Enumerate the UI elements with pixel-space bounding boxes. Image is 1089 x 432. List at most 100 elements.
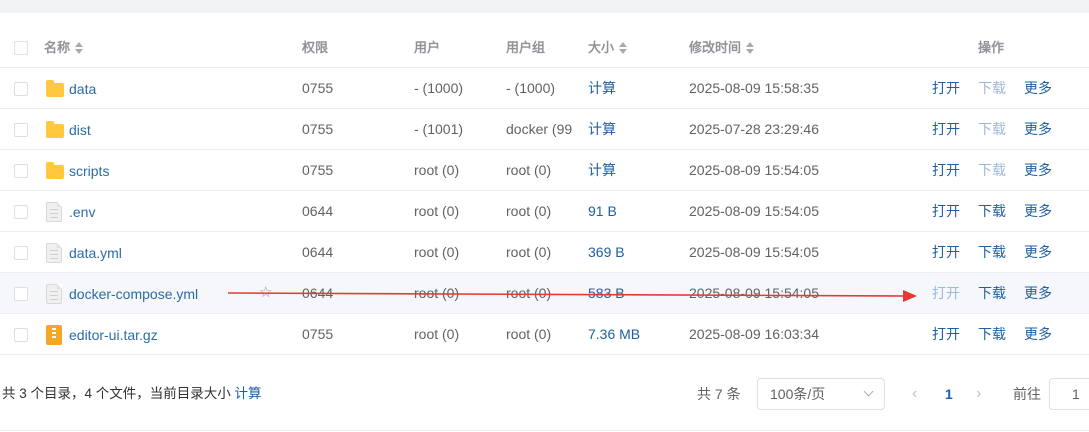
more-button[interactable]: 更多 [1024, 314, 1052, 355]
file-name-cell[interactable]: scripts [46, 150, 109, 191]
file-name-cell[interactable]: data [46, 68, 96, 109]
row-checkbox[interactable] [14, 82, 28, 96]
row-checkbox[interactable] [14, 205, 28, 219]
file-name[interactable]: data [69, 81, 96, 97]
download-button[interactable]: 下载 [978, 232, 1006, 273]
file-name-cell[interactable]: docker-compose.yml [46, 273, 198, 314]
user: - (1000) [414, 80, 464, 96]
header-permission: 权限 [302, 40, 329, 55]
folder-icon [46, 161, 64, 179]
size: 7.36 MB [588, 326, 641, 342]
file-name[interactable]: docker-compose.yml [69, 286, 198, 302]
file-name[interactable]: scripts [69, 163, 109, 179]
table-row[interactable]: editor-ui.tar.gz 0755 root (0) root (0) 7.36… [0, 314, 1089, 355]
open-button[interactable]: 打开 [932, 191, 960, 232]
file-icon [46, 242, 62, 263]
next-page-button[interactable]: › [976, 372, 981, 416]
table-row[interactable]: docker-compose.yml ☆ 0644 root (0) root (0) 5… [0, 273, 1089, 314]
more-button[interactable]: 更多 [1024, 68, 1052, 109]
total-count: 共 7 条 [697, 386, 741, 402]
more-button[interactable]: 更多 [1024, 109, 1052, 150]
page-size-select[interactable]: 100条/页 [757, 378, 885, 410]
more-button[interactable]: 更多 [1024, 150, 1052, 191]
page-number-current[interactable]: 1 [945, 372, 953, 416]
table-row[interactable]: scripts 0755 root (0) root (0) 计算 2025-08-09 … [0, 150, 1089, 191]
download-button[interactable]: 下载 [978, 109, 1006, 150]
table-row[interactable]: .env 0644 root (0) root (0) 91 B 2025-08-09 1… [0, 191, 1089, 232]
calc-dir-size-link[interactable]: 计算 [235, 386, 262, 401]
table-row[interactable]: data 0755 - (1000) - (1000) 计算 2025-08-09 15:… [0, 68, 1089, 109]
sort-icon[interactable] [75, 41, 84, 54]
size[interactable]: 计算 [588, 109, 684, 150]
row-checkbox[interactable] [14, 328, 28, 342]
header-name[interactable]: 名称 [44, 27, 284, 68]
permission: 0755 [302, 80, 334, 96]
file-name-cell[interactable]: editor-ui.tar.gz [46, 314, 158, 355]
user: root (0) [414, 162, 460, 178]
size[interactable]: 计算 [588, 150, 684, 191]
sort-icon[interactable] [746, 41, 755, 54]
file-name[interactable]: dist [69, 122, 91, 138]
sort-icon[interactable] [619, 41, 628, 54]
user: root (0) [414, 244, 460, 260]
download-button[interactable]: 下载 [978, 191, 1006, 232]
user: root (0) [414, 285, 460, 301]
open-button[interactable]: 打开 [932, 273, 960, 314]
download-button[interactable]: 下载 [978, 68, 1006, 109]
header-user: 用户 [414, 40, 441, 55]
file-name[interactable]: editor-ui.tar.gz [69, 327, 158, 343]
row-checkbox[interactable] [14, 246, 28, 260]
size[interactable]: 计算 [588, 68, 684, 109]
chevron-down-icon [863, 386, 874, 397]
group: - (1000) [506, 80, 556, 96]
header-actions: 操作 [978, 40, 1005, 55]
more-button[interactable]: 更多 [1024, 191, 1052, 232]
open-button[interactable]: 打开 [932, 232, 960, 273]
header-group: 用户组 [506, 40, 546, 55]
goto-page-input[interactable]: 1 [1049, 378, 1089, 410]
file-name[interactable]: data.yml [69, 245, 122, 261]
header-size[interactable]: 大小 [588, 27, 684, 68]
user: - (1001) [414, 121, 464, 137]
folder-icon [46, 79, 64, 97]
modified-time: 2025-08-09 15:54:05 [689, 162, 819, 178]
table-row[interactable]: data.yml 0644 root (0) root (0) 369 B 2025-08… [0, 232, 1089, 273]
user: root (0) [414, 203, 460, 219]
open-button[interactable]: 打开 [932, 68, 960, 109]
star-icon[interactable]: ☆ [259, 285, 273, 300]
file-name-cell[interactable]: data.yml [46, 232, 122, 273]
group: root (0) [506, 162, 552, 178]
file-name-cell[interactable]: .env [46, 191, 95, 232]
header-mtime[interactable]: 修改时间 [689, 27, 909, 68]
download-button[interactable]: 下载 [978, 314, 1006, 355]
permission: 0644 [302, 244, 334, 260]
more-button[interactable]: 更多 [1024, 232, 1052, 273]
group: root (0) [506, 203, 552, 219]
prev-page-button[interactable]: ‹ [912, 372, 917, 416]
archive-icon [46, 324, 62, 345]
folder-icon [46, 120, 64, 138]
size: 583 B [588, 285, 625, 301]
download-button[interactable]: 下载 [978, 273, 1006, 314]
file-name-cell[interactable]: dist [46, 109, 91, 150]
download-button[interactable]: 下载 [978, 150, 1006, 191]
row-checkbox[interactable] [14, 123, 28, 137]
group: docker (99 [506, 121, 573, 137]
select-all-checkbox[interactable] [14, 41, 28, 55]
open-button[interactable]: 打开 [932, 314, 960, 355]
more-button[interactable]: 更多 [1024, 273, 1052, 314]
permission: 0755 [302, 162, 334, 178]
row-checkbox[interactable] [14, 287, 28, 301]
modified-time: 2025-08-09 15:58:35 [689, 80, 819, 96]
modified-time: 2025-08-09 15:54:05 [689, 285, 819, 301]
row-checkbox[interactable] [14, 164, 28, 178]
file-name[interactable]: .env [69, 204, 95, 220]
open-button[interactable]: 打开 [932, 150, 960, 191]
table-row[interactable]: dist 0755 - (1001) docker (99 计算 2025-07-28 2… [0, 109, 1089, 150]
size: 91 B [588, 203, 617, 219]
group: root (0) [506, 244, 552, 260]
open-button[interactable]: 打开 [932, 109, 960, 150]
permission: 0644 [302, 203, 334, 219]
divider [0, 430, 1089, 431]
size: 369 B [588, 244, 625, 260]
